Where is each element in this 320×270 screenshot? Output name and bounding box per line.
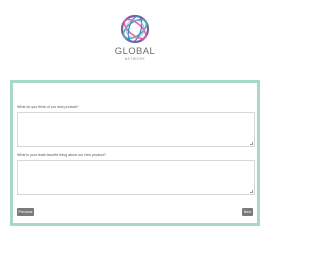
brand-tagline: NETWORK [124,57,146,61]
brand-logo: GLOBAL NETWORK [110,14,160,66]
brand-name: GLOBAL [114,46,156,57]
resize-handle-icon[interactable] [250,142,253,145]
answer-textarea[interactable] [17,112,255,147]
answer-textarea[interactable] [17,160,255,195]
previous-button[interactable]: Previous [17,208,34,216]
survey-page: GLOBAL NETWORK What do you think of our … [0,0,270,270]
question-label: What is your least favorite thing about … [17,153,106,157]
question-label: What do you think of our new product? [17,105,79,109]
survey-form: What do you think of our new product? Wh… [10,80,260,226]
next-button[interactable]: Next [242,208,253,216]
globe-logo-icon [120,14,150,44]
resize-handle-icon[interactable] [250,190,253,193]
